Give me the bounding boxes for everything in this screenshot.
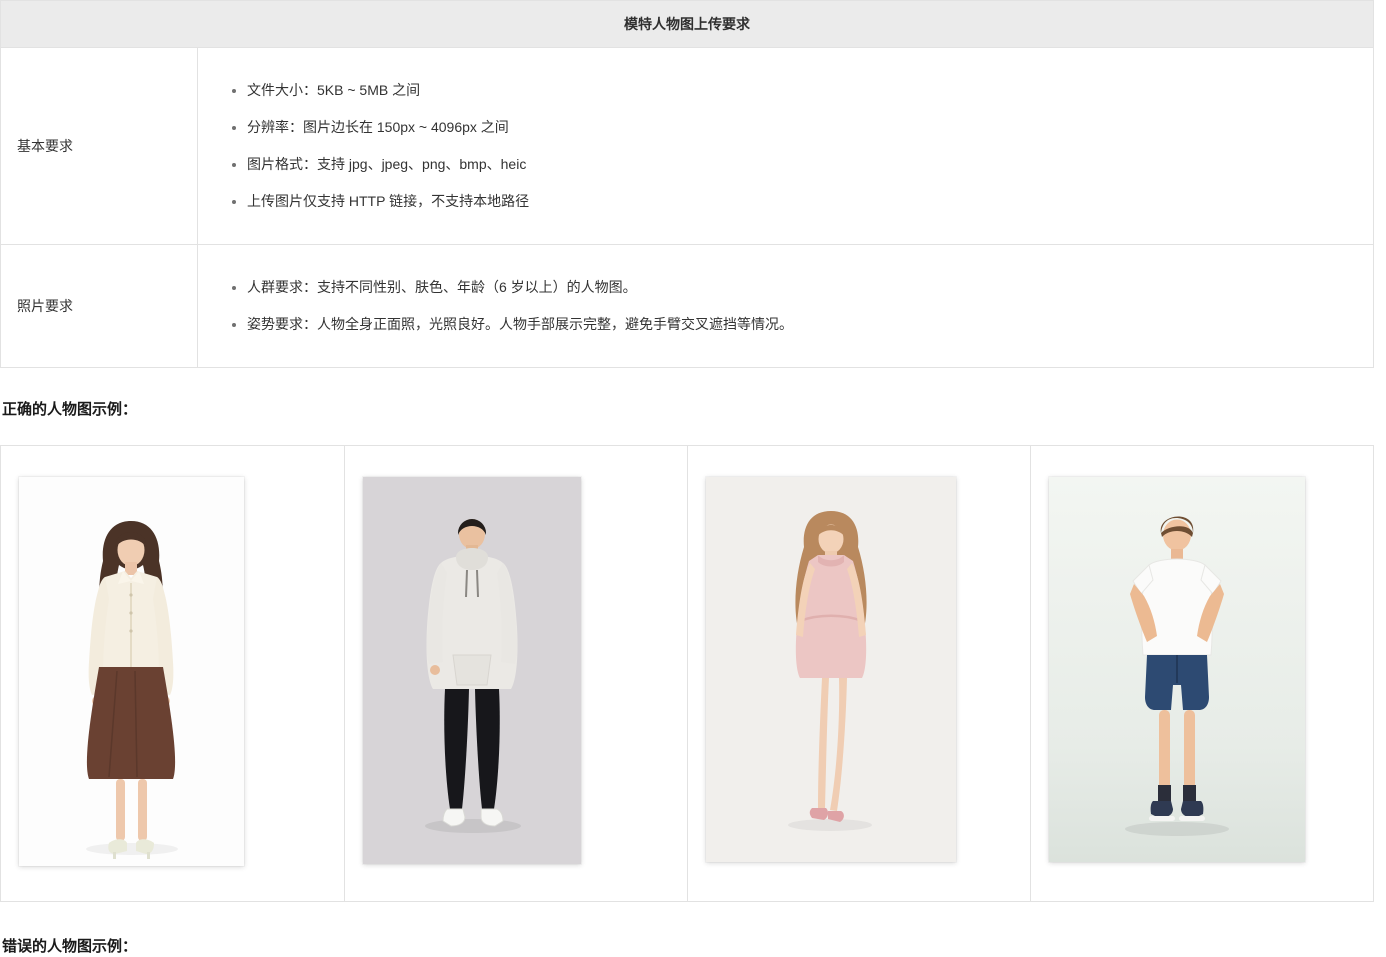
- upload-requirements-page: 模特人物图上传要求 基本要求 文件大小：5KB ~ 5MB 之间 分辨率：图片边…: [0, 0, 1386, 957]
- page-content: 模特人物图上传要求 基本要求 文件大小：5KB ~ 5MB 之间 分辨率：图片边…: [0, 0, 1374, 956]
- table-row-photo-requirements: 照片要求 人群要求：支持不同性别、肤色、年龄（6 岁以上）的人物图。 姿势要求：…: [1, 244, 1373, 367]
- bullet-text: 上传图片仅支持 HTTP 链接，不支持本地路径: [247, 191, 529, 212]
- list-item: 分辨率：图片边长在 150px ~ 4096px 之间: [232, 117, 1353, 138]
- woman-model-photo: [19, 477, 244, 866]
- bullet-icon: [232, 200, 236, 204]
- table-row-basic-requirements: 基本要求 文件大小：5KB ~ 5MB 之间 分辨率：图片边长在 150px ~…: [1, 48, 1373, 244]
- bullet-text: 人群要求：支持不同性别、肤色、年龄（6 岁以上）的人物图。: [247, 277, 637, 298]
- basic-requirements-list: 文件大小：5KB ~ 5MB 之间 分辨率：图片边长在 150px ~ 4096…: [232, 80, 1353, 212]
- list-item: 图片格式：支持 jpg、jpeg、png、bmp、heic: [232, 154, 1353, 175]
- row-content-basic: 文件大小：5KB ~ 5MB 之间 分辨率：图片边长在 150px ~ 4096…: [198, 48, 1373, 244]
- boy-model-photo: [1049, 477, 1305, 862]
- example-cell: [687, 446, 1030, 901]
- photo-requirements-list: 人群要求：支持不同性别、肤色、年龄（6 岁以上）的人物图。 姿势要求：人物全身正…: [232, 277, 1353, 335]
- list-item: 上传图片仅支持 HTTP 链接，不支持本地路径: [232, 191, 1353, 212]
- bullet-icon: [232, 89, 236, 93]
- list-item: 姿势要求：人物全身正面照，光照良好。人物手部展示完整，避免手臂交叉遮挡等情况。: [232, 314, 1353, 335]
- bullet-icon: [232, 163, 236, 167]
- row-label-photo: 照片要求: [1, 245, 198, 367]
- bullet-icon: [232, 323, 236, 327]
- list-item: 文件大小：5KB ~ 5MB 之间: [232, 80, 1353, 101]
- correct-examples-table: [0, 445, 1374, 902]
- row-label-basic: 基本要求: [1, 48, 198, 244]
- example-cell: [1, 446, 344, 901]
- upload-requirements-table: 模特人物图上传要求 基本要求 文件大小：5KB ~ 5MB 之间 分辨率：图片边…: [0, 0, 1374, 368]
- row-content-photo: 人群要求：支持不同性别、肤色、年龄（6 岁以上）的人物图。 姿势要求：人物全身正…: [198, 245, 1373, 367]
- list-item: 人群要求：支持不同性别、肤色、年龄（6 岁以上）的人物图。: [232, 277, 1353, 298]
- table-title: 模特人物图上传要求: [1, 1, 1373, 48]
- wrong-examples-heading: 错误的人物图示例：: [2, 935, 1374, 956]
- girl-model-photo: [706, 477, 956, 862]
- example-cell: [344, 446, 687, 901]
- bullet-text: 分辨率：图片边长在 150px ~ 4096px 之间: [247, 117, 509, 138]
- bullet-icon: [232, 286, 236, 290]
- bullet-icon: [232, 126, 236, 130]
- bullet-text: 姿势要求：人物全身正面照，光照良好。人物手部展示完整，避免手臂交叉遮挡等情况。: [247, 314, 793, 335]
- bullet-text: 图片格式：支持 jpg、jpeg、png、bmp、heic: [247, 154, 526, 175]
- correct-examples-heading: 正确的人物图示例：: [2, 398, 1374, 419]
- bullet-text: 文件大小：5KB ~ 5MB 之间: [247, 80, 420, 101]
- example-cell: [1030, 446, 1373, 901]
- man-model-photo: [363, 477, 581, 864]
